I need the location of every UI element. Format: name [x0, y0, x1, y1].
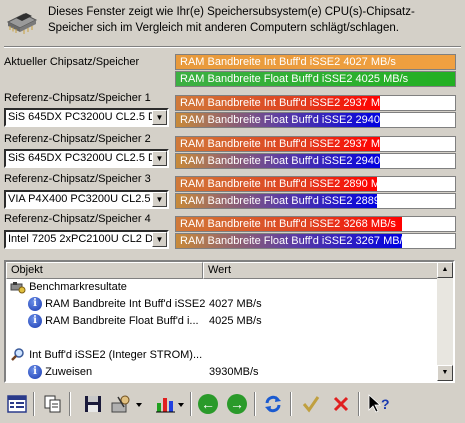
report-icon: [7, 395, 27, 413]
list-item-name: RAM Bandbreite Float Buff'd i...: [45, 315, 199, 327]
reference-2-select[interactable]: SiS 645DX PC3200U CL2.5 DDR ▼: [4, 149, 169, 168]
chevron-down-icon[interactable]: ▼: [152, 110, 167, 125]
save-icon: [85, 396, 101, 412]
scroll-up-icon[interactable]: ▲: [437, 262, 453, 278]
scroll-down-icon[interactable]: ▼: [437, 365, 453, 381]
forward-button[interactable]: →: [224, 391, 250, 417]
list-item[interactable]: i RAM Bandbreite Float Buff'd i... 4025 …: [6, 313, 439, 330]
refresh-icon: [265, 395, 281, 413]
bar-text: RAM Bandbreite Int Buff'd iSSE2 2937 MB/…: [180, 97, 396, 109]
help-button[interactable]: ?: [365, 391, 391, 417]
toolbar-separator: [69, 392, 71, 416]
reference-2-int-bar: RAM Bandbreite Int Buff'd iSSE2 2937 MB/…: [175, 136, 456, 152]
chevron-down-icon[interactable]: ▼: [152, 151, 167, 166]
chart-icon: [156, 398, 184, 413]
magnifier-icon: [11, 348, 24, 361]
list-item[interactable]: i Zuweisen 3930MB/s: [6, 364, 439, 381]
reference-1-select[interactable]: SiS 645DX PC3200U CL2.5 DDR ▼: [4, 108, 169, 127]
current-float-bar: RAM Bandbreite Float Buff'd iSSE2 4025 M…: [175, 71, 456, 87]
copy-button[interactable]: [40, 391, 66, 417]
list-item-name: Benchmarkresultate: [29, 281, 127, 293]
results-list[interactable]: Objekt Wert Benchmarkresultate i RAM Ban…: [4, 260, 455, 383]
list-item-value: 4025 MB/s: [209, 315, 262, 327]
reference-3-select[interactable]: VIA P4X400 PC3200U CL2.5 DDR ▼: [4, 190, 169, 209]
divider: [4, 46, 461, 48]
reference-1-float-bar: RAM Bandbreite Float Buff'd iSSE2 2940 M…: [175, 112, 456, 128]
list-item-value: 3930MB/s: [209, 366, 259, 378]
column-header-objekt[interactable]: Objekt: [6, 262, 203, 279]
reference-4-label: Referenz-Chipsatz/Speicher 4: [4, 213, 151, 225]
toolbar-separator: [33, 392, 35, 416]
chevron-down-icon[interactable]: ▼: [152, 192, 167, 207]
list-item[interactable]: Int Buff'd iSSE2 (Integer STROM)...: [6, 347, 439, 364]
reference-2-label: Referenz-Chipsatz/Speicher 2: [4, 133, 151, 145]
back-icon: ←: [198, 394, 218, 414]
toolbar-separator: [358, 392, 360, 416]
header-description: Dieses Fenster zeigt wie Ihr(e) Speicher…: [48, 6, 415, 34]
bar-text: RAM Bandbreite Int Buff'd iSSE2 2890 MB/…: [180, 178, 396, 190]
memory-chip-icon: [6, 13, 38, 34]
list-item-name: Int Buff'd iSSE2 (Integer STROM)...: [29, 349, 203, 361]
reference-4-select[interactable]: Intel 7205 2xPC2100U CL2 DDR ▼: [4, 230, 169, 249]
reference-1-label: Referenz-Chipsatz/Speicher 1: [4, 92, 151, 104]
bar-text: RAM Bandbreite Int Buff'd iSSE2 2937 MB/…: [180, 138, 396, 150]
list-item[interactable]: Benchmarkresultate: [6, 279, 439, 296]
svg-text:?: ?: [381, 396, 390, 412]
list-item-name: Zuweisen: [45, 366, 93, 378]
toolbar-separator: [254, 392, 256, 416]
reference-3-value: VIA P4X400 PC3200U CL2.5 DDR: [8, 193, 169, 205]
help-icon: ?: [368, 394, 390, 413]
list-item[interactable]: i RAM Bandbreite Int Buff'd iSSE2 4027 M…: [6, 296, 439, 313]
list-item-name: RAM Bandbreite Int Buff'd iSSE2: [45, 298, 206, 310]
benchmark-icon: [10, 282, 26, 294]
info-icon: i: [28, 365, 42, 380]
reference-1-value: SiS 645DX PC3200U CL2.5 DDR: [8, 111, 169, 123]
reference-4-float-bar: RAM Bandbreite Float Buff'd iSSE2 3267 M…: [175, 233, 456, 249]
ok-button[interactable]: [298, 391, 324, 417]
save-button[interactable]: [80, 391, 106, 417]
list-item-value: 4027 MB/s: [209, 298, 262, 310]
bar-text: RAM Bandbreite Int Buff'd iSSE2 3268 MB/…: [180, 218, 396, 230]
vertical-scrollbar[interactable]: ▲ ▼: [437, 262, 453, 381]
info-icon: i: [28, 297, 42, 312]
bar-text: RAM Bandbreite Float Buff'd iSSE2 4025 M…: [180, 73, 409, 85]
checkmark-icon: [302, 396, 320, 413]
back-button[interactable]: ←: [195, 391, 221, 417]
reference-2-value: SiS 645DX PC3200U CL2.5 DDR: [8, 152, 169, 164]
column-header-wert[interactable]: Wert: [203, 262, 439, 279]
refresh-button[interactable]: [260, 391, 286, 417]
close-icon: [333, 396, 349, 412]
bar-text: RAM Bandbreite Int Buff'd iSSE2 4027 MB/…: [180, 56, 396, 68]
chart-button[interactable]: [153, 391, 187, 417]
report-button[interactable]: [4, 391, 30, 417]
chevron-down-icon[interactable]: ▼: [152, 232, 167, 247]
cancel-button[interactable]: [328, 391, 354, 417]
info-icon: i: [28, 314, 42, 329]
current-int-bar: RAM Bandbreite Int Buff'd iSSE2 4027 MB/…: [175, 54, 456, 70]
reference-4-value: Intel 7205 2xPC2100U CL2 DDR: [8, 233, 169, 245]
toolbar-separator: [190, 392, 192, 416]
copy-icon: [44, 395, 61, 413]
current-label: Aktueller Chipsatz/Speicher: [4, 56, 140, 68]
bar-text: RAM Bandbreite Float Buff'd iSSE2 2940 M…: [180, 155, 409, 167]
forward-icon: →: [227, 394, 247, 414]
reference-3-int-bar: RAM Bandbreite Int Buff'd iSSE2 2890 MB/…: [175, 176, 456, 192]
header: Dieses Fenster zeigt wie Ihr(e) Speicher…: [0, 0, 465, 46]
reference-3-label: Referenz-Chipsatz/Speicher 3: [4, 173, 151, 185]
bar-text: RAM Bandbreite Float Buff'd iSSE2 3267 M…: [180, 235, 409, 247]
list-header: Objekt Wert: [6, 262, 453, 279]
bar-text: RAM Bandbreite Float Buff'd iSSE2 2889 M…: [180, 195, 409, 207]
toolbar: ← → ?: [0, 386, 465, 423]
toolbar-separator: [290, 392, 292, 416]
reference-3-float-bar: RAM Bandbreite Float Buff'd iSSE2 2889 M…: [175, 193, 456, 209]
reference-4-int-bar: RAM Bandbreite Int Buff'd iSSE2 3268 MB/…: [175, 216, 456, 232]
reference-2-float-bar: RAM Bandbreite Float Buff'd iSSE2 2940 M…: [175, 153, 456, 169]
options-icon: [111, 395, 142, 413]
options-button[interactable]: [108, 391, 146, 417]
bar-text: RAM Bandbreite Float Buff'd iSSE2 2940 M…: [180, 114, 409, 126]
reference-1-int-bar: RAM Bandbreite Int Buff'd iSSE2 2937 MB/…: [175, 95, 456, 111]
